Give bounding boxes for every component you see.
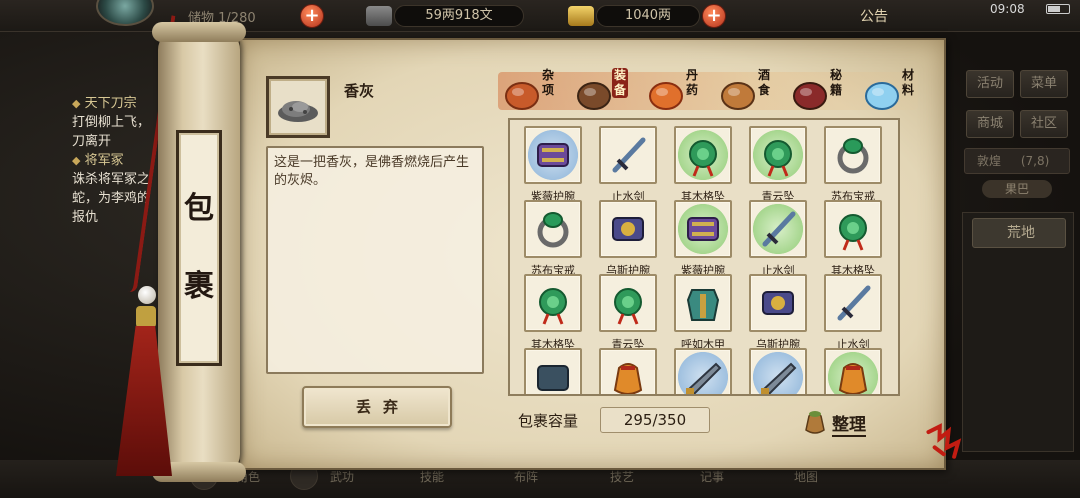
- discard-button[interactable]: 丢弃: [302, 386, 452, 428]
- equipment-icon: [577, 82, 611, 110]
- bracer-icon: [687, 217, 719, 241]
- pendant-icon: [539, 288, 567, 325]
- tab-label: 酒食: [757, 68, 770, 97]
- pendant-icon: [689, 140, 717, 177]
- inventory-slot[interactable]: 青云坠: [741, 122, 813, 203]
- capacity-label: 包裹容量: [518, 412, 579, 430]
- crystal-icon: [865, 82, 899, 110]
- pendant-icon: [764, 140, 792, 177]
- menu-journal[interactable]: 记事: [700, 468, 724, 485]
- incense-ash-icon: [278, 101, 318, 122]
- pendant-icon: [614, 288, 642, 325]
- tab-label: 丹药: [685, 68, 698, 97]
- pouch-icon: [838, 363, 868, 394]
- sword-icon: [837, 285, 871, 321]
- gold-amount: 1040两: [596, 5, 700, 27]
- selected-item-thumbnail: [266, 76, 330, 138]
- panel-title: 包 裹: [176, 130, 222, 366]
- inventory-slot[interactable]: 乌斯护腕: [741, 270, 813, 351]
- inventory-slot[interactable]: 止水剑: [591, 122, 663, 203]
- inventory-slot[interactable]: [591, 344, 663, 394]
- inventory-slot[interactable]: 呼如木甲: [666, 270, 738, 351]
- activity-button[interactable]: 活动: [966, 70, 1014, 98]
- blade-icon: [761, 362, 797, 394]
- close-button[interactable]: [917, 415, 971, 469]
- tab-food[interactable]: 酒食: [716, 66, 786, 114]
- gold-add-button[interactable]: +: [702, 4, 726, 28]
- menu-craft[interactable]: 技艺: [610, 468, 634, 485]
- pill-icon: [649, 82, 683, 110]
- tab-label: 杂项: [541, 68, 554, 97]
- inventory-slot[interactable]: 止水剑: [816, 270, 888, 351]
- gold-icon: [568, 6, 594, 26]
- bracer-gold-icon: [612, 217, 644, 241]
- location-bar: 敦煌 (7,8): [964, 148, 1070, 174]
- inventory-slot[interactable]: [741, 344, 813, 394]
- bracer-gold-icon: [762, 291, 794, 315]
- menu-button[interactable]: 菜单: [1020, 70, 1068, 98]
- tab-manual[interactable]: 秘籍: [788, 66, 858, 114]
- selected-item-name: 香灰: [344, 82, 375, 100]
- inventory-slot[interactable]: 止水剑: [741, 196, 813, 277]
- bracer-dark-icon: [537, 365, 569, 391]
- silver-amount: 59两918文: [394, 5, 524, 27]
- tab-equip[interactable]: 装备: [572, 66, 642, 114]
- inventory-slot[interactable]: [666, 344, 738, 394]
- tab-material[interactable]: 材料: [860, 66, 930, 114]
- blade-icon: [686, 362, 722, 394]
- ring-icon: [537, 212, 569, 248]
- food-icon: [721, 82, 755, 110]
- menu-martial[interactable]: 武功: [330, 468, 354, 485]
- armor-icon: [686, 289, 720, 321]
- pouch-icon: [613, 363, 643, 394]
- inventory-slot[interactable]: 紫薇护腕: [516, 122, 588, 203]
- shop-button[interactable]: 商城: [966, 110, 1014, 138]
- inventory-slot[interactable]: 乌斯护腕: [591, 196, 663, 277]
- menu-skill[interactable]: 技能: [420, 468, 444, 485]
- sort-button[interactable]: 整理: [800, 404, 880, 438]
- community-button[interactable]: 社区: [1020, 110, 1068, 138]
- sword-icon: [612, 137, 646, 173]
- selected-item-description: 这是一把香灰，是佛香燃烧后产生的灰烬。: [274, 155, 470, 188]
- inventory-slot[interactable]: [816, 344, 888, 394]
- tab-pill[interactable]: 丹药: [644, 66, 714, 114]
- menu-formation[interactable]: 布阵: [514, 468, 538, 485]
- notice-button[interactable]: 公告: [860, 6, 888, 26]
- tab-misc[interactable]: 杂项: [500, 66, 570, 114]
- inventory-slot[interactable]: 其木格坠: [666, 122, 738, 203]
- capacity-value: 295/350: [600, 407, 710, 433]
- silver-icon: [366, 6, 392, 26]
- battery-icon: [1046, 4, 1070, 14]
- inventory-grid[interactable]: 紫薇护腕 止水剑 其木格坠 青云坠 苏布宝戒 苏布宝戒 乌斯护腕 紫薇护腕 止水剑 其木格坠 其木格…: [508, 118, 900, 396]
- tassel-bead: [138, 286, 156, 304]
- ring-icon: [837, 138, 869, 174]
- leave-seal-icon: [926, 423, 962, 459]
- money-bag-icon: [805, 411, 825, 434]
- area-tab[interactable]: 果巴: [982, 180, 1052, 198]
- tab-label: 材料: [901, 68, 914, 97]
- area-item-wasteland[interactable]: 荒地: [972, 218, 1066, 248]
- tassel-cap: [136, 306, 156, 328]
- clock: 09:08: [990, 2, 1025, 16]
- pendant-icon: [839, 214, 867, 251]
- tab-label: 装备: [612, 68, 628, 98]
- inventory-slot[interactable]: 其木格坠: [516, 270, 588, 351]
- menu-map[interactable]: 地图: [794, 468, 818, 485]
- misc-bag-icon: [505, 82, 539, 110]
- inventory-slot[interactable]: 苏布宝戒: [516, 196, 588, 277]
- inventory-slot[interactable]: 其木格坠: [816, 196, 888, 277]
- scroll-end: [152, 22, 246, 42]
- inventory-slot[interactable]: 青云坠: [591, 270, 663, 351]
- bracer-icon: [537, 143, 569, 167]
- inventory-slot[interactable]: 苏布宝戒: [816, 122, 888, 203]
- inventory-slot[interactable]: 紫薇护腕: [666, 196, 738, 277]
- storage-add-button[interactable]: +: [300, 4, 324, 28]
- sword-icon: [762, 211, 796, 247]
- area-list-panel: [962, 212, 1074, 452]
- player-avatar[interactable]: [96, 0, 154, 26]
- tab-label: 秘籍: [829, 68, 842, 97]
- book-icon: [793, 82, 827, 110]
- inventory-slot[interactable]: [516, 344, 588, 394]
